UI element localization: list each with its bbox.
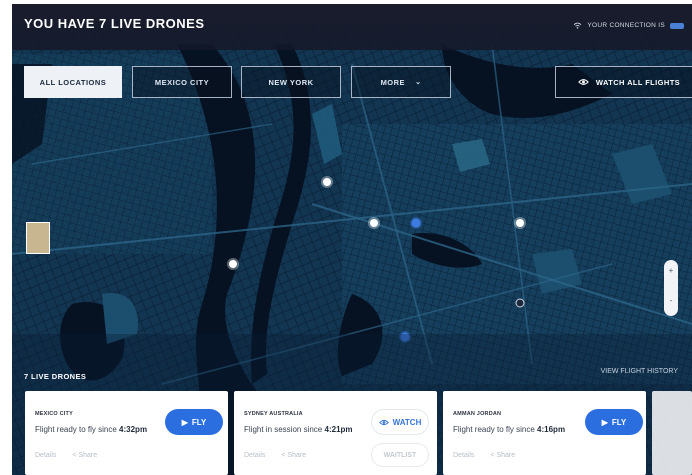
- play-icon: ▶: [181, 417, 188, 427]
- fly-button[interactable]: ▶ FLY: [165, 409, 223, 435]
- connection-label: YOUR CONNECTION IS: [587, 22, 665, 29]
- filter-all-locations[interactable]: ALL LOCATIONS: [24, 66, 122, 98]
- map-style-thumbnail[interactable]: [26, 222, 50, 254]
- drone-marker[interactable]: [514, 217, 526, 229]
- share-link[interactable]: < Share: [281, 452, 306, 459]
- share-link[interactable]: < Share: [72, 452, 97, 459]
- details-link[interactable]: Details: [453, 452, 474, 459]
- drone-marker[interactable]: [321, 176, 333, 188]
- drone-marker[interactable]: [227, 258, 239, 270]
- fly-label: FLY: [611, 417, 627, 427]
- card-status: Flight in session since 4:21pm: [244, 425, 353, 434]
- connection-indicator: [670, 22, 684, 29]
- status-text: Flight ready to fly since: [453, 425, 535, 434]
- card-location: AMMAN JORDAN: [453, 411, 502, 417]
- play-icon: ▶: [601, 417, 608, 427]
- card-status: Flight ready to fly since 4:16pm: [453, 425, 565, 434]
- drone-card: MEXICO CITY Flight ready to fly since 4:…: [25, 391, 228, 475]
- zoom-in-button[interactable]: +: [664, 266, 678, 275]
- share-link[interactable]: < Share: [490, 452, 515, 459]
- drone-card-partial: [652, 391, 692, 475]
- app-frame: YOU HAVE 7 LIVE DRONES YOUR CONNECTION I…: [12, 4, 692, 475]
- live-drones-heading: 7 LIVE DRONES: [24, 372, 87, 381]
- view-flight-history-link[interactable]: VIEW FLIGHT HISTORY: [601, 368, 678, 375]
- waitlist-button[interactable]: WAITLIST: [371, 443, 429, 467]
- watch-all-label: WATCH ALL FLIGHTS: [595, 77, 681, 87]
- drone-marker[interactable]: [410, 217, 422, 229]
- fly-button[interactable]: ▶ FLY: [585, 409, 643, 435]
- drone-marker[interactable]: [368, 217, 380, 229]
- details-link[interactable]: Details: [35, 452, 56, 459]
- fly-label: FLY: [191, 417, 207, 427]
- card-location: MEXICO CITY: [35, 411, 73, 417]
- card-location: SYDNEY AUSTRALIA: [244, 411, 303, 417]
- card-footer: Details < Share: [35, 452, 97, 459]
- watch-button[interactable]: WATCH: [371, 409, 429, 435]
- drone-marker[interactable]: [515, 298, 525, 308]
- card-footer: Details < Share: [244, 452, 306, 459]
- zoom-out-button[interactable]: -: [664, 296, 678, 305]
- status-time: 4:21pm: [324, 425, 353, 434]
- drone-card: SYDNEY AUSTRALIA Flight in session since…: [234, 391, 437, 475]
- filter-mexico-city[interactable]: MEXICO CITY: [132, 66, 232, 98]
- filter-more-dropdown[interactable]: MORE ⌄: [351, 66, 451, 98]
- card-status: Flight ready to fly since 4:32pm: [35, 425, 147, 434]
- filter-label: MORE: [380, 77, 406, 87]
- watch-all-flights-button[interactable]: WATCH ALL FLIGHTS: [555, 66, 692, 98]
- chevron-down-icon: ⌄: [415, 79, 422, 86]
- connection-status: YOUR CONNECTION IS: [573, 22, 684, 29]
- share-label: Share: [496, 452, 516, 459]
- page-title: YOU HAVE 7 LIVE DRONES: [24, 16, 205, 31]
- filter-label: ALL LOCATIONS: [39, 77, 107, 87]
- status-text: Flight ready to fly since: [35, 425, 117, 434]
- filter-label: MEXICO CITY: [154, 77, 210, 87]
- card-footer: Details < Share: [453, 452, 515, 459]
- wifi-icon: [574, 22, 582, 29]
- share-label: Share: [78, 452, 98, 459]
- zoom-control[interactable]: + -: [664, 260, 678, 316]
- filter-label: NEW YORK: [268, 77, 314, 87]
- status-time: 4:16pm: [537, 425, 566, 434]
- eye-icon: [378, 419, 389, 425]
- eye-icon: [578, 79, 589, 85]
- share-label: Share: [287, 452, 307, 459]
- watch-label: WATCH: [392, 417, 422, 427]
- filter-new-york[interactable]: NEW YORK: [241, 66, 341, 98]
- status-text: Flight in session since: [244, 425, 323, 434]
- details-link[interactable]: Details: [244, 452, 265, 459]
- top-bar: YOU HAVE 7 LIVE DRONES YOUR CONNECTION I…: [12, 4, 692, 50]
- status-time: 4:32pm: [119, 425, 148, 434]
- drone-card: AMMAN JORDAN Flight ready to fly since 4…: [443, 391, 646, 475]
